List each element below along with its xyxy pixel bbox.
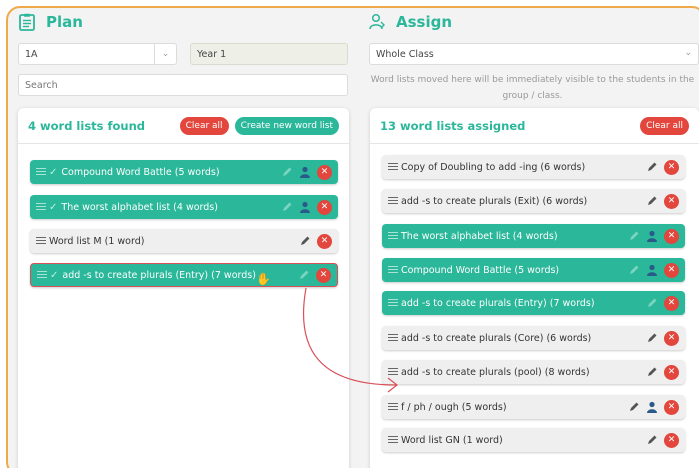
drag-arrow-icon <box>302 287 398 393</box>
